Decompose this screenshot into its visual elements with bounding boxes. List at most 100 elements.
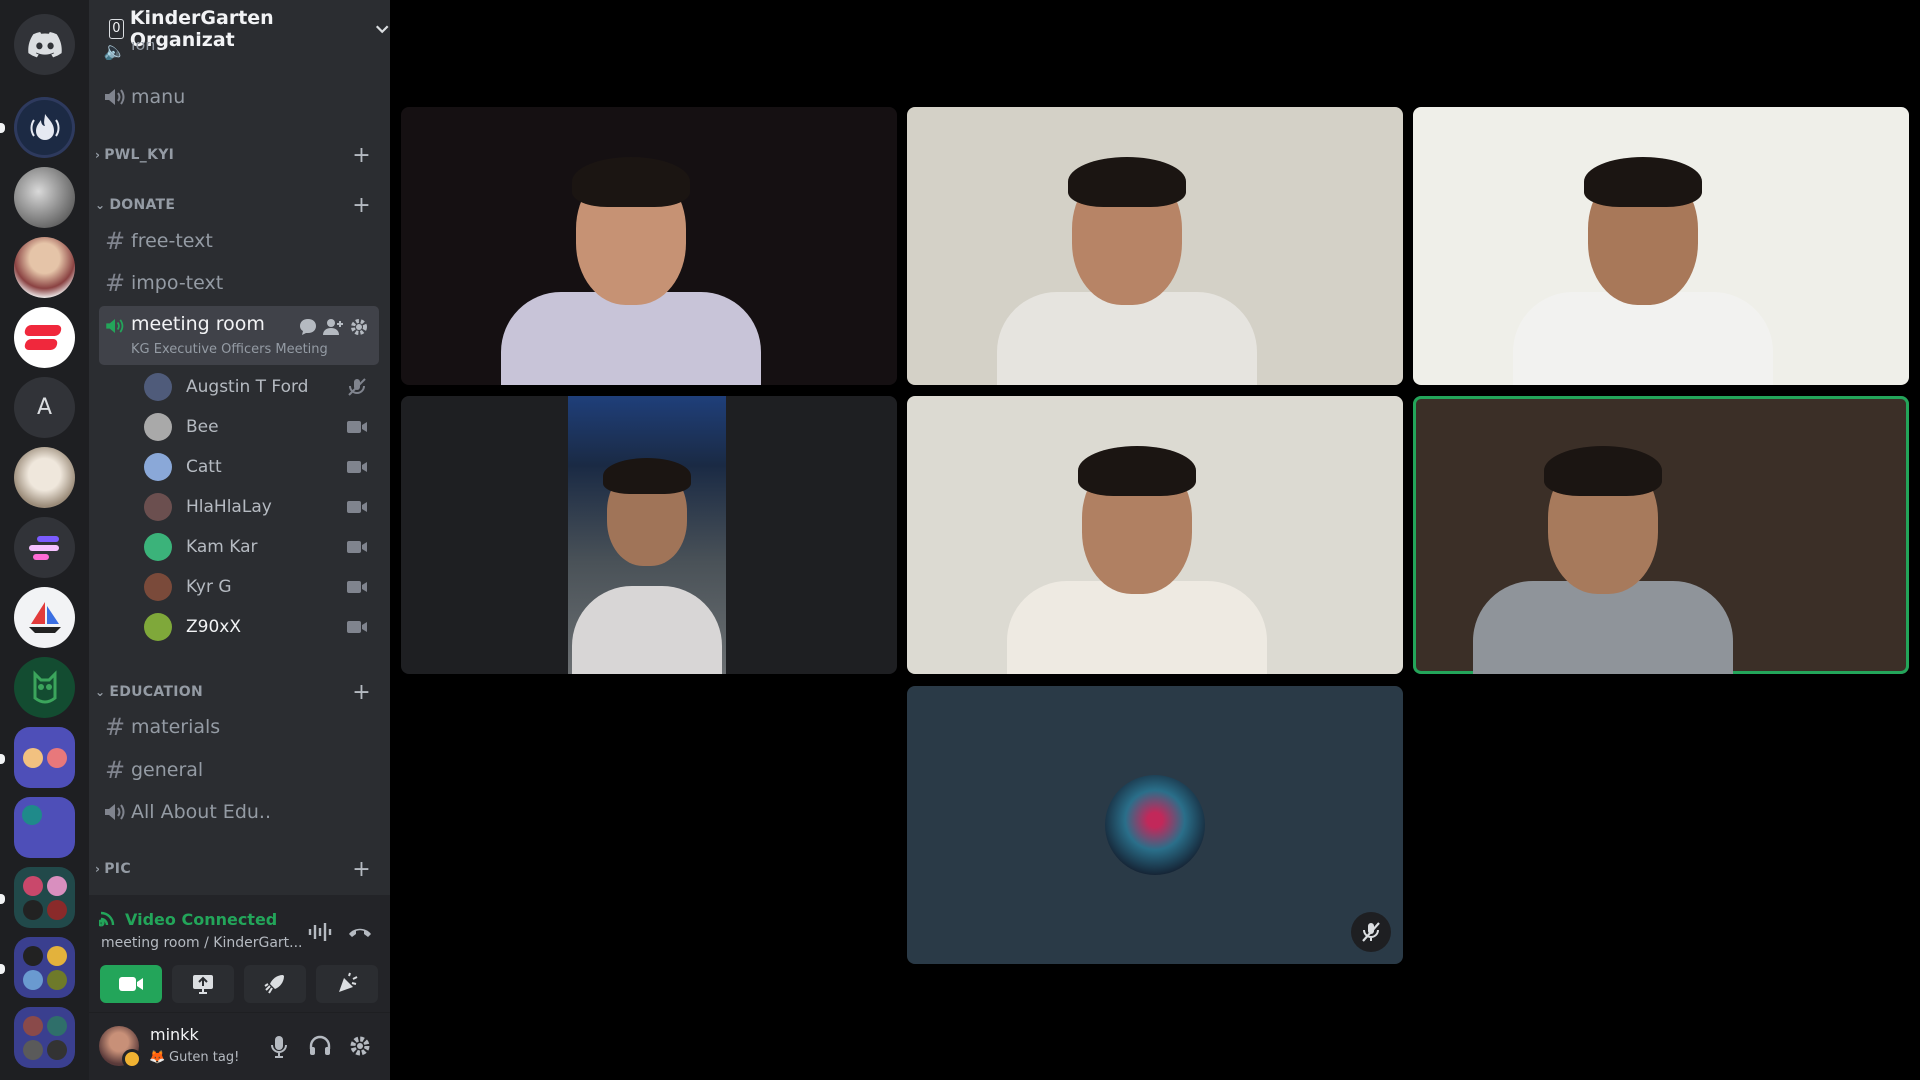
noise-suppression-icon[interactable]	[307, 921, 333, 943]
channel-partial[interactable]: 🔈 lon	[99, 42, 379, 60]
chat-bubble-icon[interactable]	[298, 317, 318, 337]
voice-connection-panel: Video Connected meeting room / KinderGar…	[89, 895, 390, 1012]
video-tile[interactable]	[1413, 396, 1909, 674]
category-label: DONATE	[109, 197, 176, 213]
channel-label: lon	[131, 42, 156, 54]
channel-label: materials	[131, 716, 221, 738]
voice-member[interactable]: Kam Kar	[144, 529, 380, 565]
activities-button[interactable]	[244, 965, 306, 1003]
status-indicator-icon	[122, 1049, 142, 1069]
voice-status-text[interactable]: Video Connected	[125, 910, 277, 929]
server-folder-1-icon[interactable]	[14, 727, 75, 788]
add-channel-icon[interactable]: +	[352, 680, 371, 705]
server-folder-4-icon[interactable]	[14, 937, 75, 998]
member-name: Kyr G	[186, 577, 232, 597]
server-boat-icon[interactable]	[14, 587, 75, 648]
user-avatar[interactable]	[99, 1026, 142, 1069]
category-label: PWL_KYI	[104, 147, 175, 163]
speaker-icon: 🔈	[103, 42, 127, 60]
channel-manu[interactable]: manu	[99, 77, 379, 117]
video-camera-icon	[347, 541, 367, 553]
member-name: Bee	[186, 417, 219, 437]
category-label: EDUCATION	[109, 684, 204, 700]
category-donate[interactable]: ⌄ DONATE +	[95, 193, 379, 218]
channel-all-about-edu[interactable]: All About Edu..	[99, 792, 379, 832]
video-tile[interactable]	[907, 396, 1403, 674]
channel-materials[interactable]: # materials	[99, 707, 379, 747]
member-name: HlaHlaLay	[186, 497, 272, 517]
server-owl-icon[interactable]	[14, 657, 75, 718]
video-button[interactable]	[100, 965, 162, 1003]
add-channel-icon[interactable]: +	[352, 143, 371, 168]
voice-member[interactable]: Kyr G	[144, 569, 380, 605]
channel-status-text: KG Executive Officers Meeting	[131, 342, 328, 357]
voice-member[interactable]: Augstin T Ford	[144, 369, 380, 405]
member-avatar	[144, 373, 172, 401]
channel-label: manu	[131, 86, 186, 108]
member-name: Catt	[186, 457, 222, 477]
server-cat-icon[interactable]	[14, 167, 75, 228]
voice-member[interactable]: Z90xX	[144, 609, 380, 645]
username[interactable]: minkk	[150, 1025, 199, 1044]
category-label: PIC	[104, 861, 131, 877]
server-lines-icon[interactable]	[14, 517, 75, 578]
soundboard-button[interactable]	[316, 965, 378, 1003]
server-red-icon[interactable]	[14, 307, 75, 368]
share-screen-button[interactable]	[172, 965, 234, 1003]
unread-pill	[0, 964, 5, 974]
video-camera-icon	[347, 461, 367, 473]
channel-impo-text[interactable]: # impo-text	[99, 263, 379, 303]
channel-sidebar: 0 KinderGarten Organizat 🔈 lon manu › PW…	[89, 0, 390, 1080]
settings-gear-icon[interactable]	[349, 317, 369, 337]
member-avatar	[144, 453, 172, 481]
speaker-icon	[105, 89, 125, 105]
status-emoji: 🦊	[149, 1050, 166, 1065]
add-channel-icon[interactable]: +	[352, 193, 371, 218]
video-tile[interactable]	[401, 396, 897, 674]
server-fire-icon[interactable]	[14, 97, 75, 158]
headphones-icon[interactable]	[308, 1034, 332, 1058]
voice-member[interactable]: Bee	[144, 409, 380, 445]
microphone-icon[interactable]	[269, 1035, 289, 1059]
invite-icon[interactable]	[322, 317, 344, 337]
hashtag-icon: #	[104, 713, 126, 741]
video-tile[interactable]	[907, 686, 1403, 964]
server-folder-2-icon[interactable]	[14, 797, 75, 858]
rocket-icon	[264, 975, 284, 994]
member-avatar	[144, 533, 172, 561]
discord-home-button[interactable]	[14, 14, 75, 75]
server-pet-icon[interactable]	[14, 447, 75, 508]
voice-member[interactable]: HlaHlaLay	[144, 489, 380, 525]
server-a-icon[interactable]: A	[14, 377, 75, 438]
voice-member[interactable]: Catt	[144, 449, 380, 485]
add-channel-icon[interactable]: +	[352, 857, 371, 882]
channel-meeting-room[interactable]: meeting room KG Executive Officers Meeti…	[99, 306, 379, 365]
member-avatar	[144, 413, 172, 441]
unread-pill	[0, 894, 5, 904]
channel-free-text[interactable]: # free-text	[99, 221, 379, 261]
server-folder-3-icon[interactable]	[14, 867, 75, 928]
channel-label: meeting room	[131, 313, 265, 335]
hashtag-icon: #	[104, 269, 126, 297]
category-pwl-kyi[interactable]: › PWL_KYI +	[95, 143, 379, 168]
voice-location-text[interactable]: meeting room / KinderGart...	[101, 935, 303, 951]
video-camera-icon	[347, 581, 367, 593]
video-tile[interactable]	[907, 107, 1403, 385]
category-pic[interactable]: › PIC +	[95, 857, 379, 882]
category-education[interactable]: ⌄ EDUCATION +	[95, 680, 379, 705]
server-person-icon[interactable]	[14, 237, 75, 298]
hashtag-icon: #	[104, 227, 126, 255]
signal-icon	[99, 911, 115, 927]
video-camera-icon	[347, 501, 367, 513]
muted-mic-icon	[1351, 912, 1391, 952]
member-avatar	[144, 493, 172, 521]
video-camera-icon	[119, 977, 143, 991]
server-folder-5-icon[interactable]	[14, 1007, 75, 1068]
channel-general[interactable]: # general	[99, 750, 379, 790]
video-tile[interactable]	[1413, 107, 1909, 385]
user-settings-gear-icon[interactable]	[348, 1034, 372, 1058]
chevron-down-icon: ⌄	[95, 685, 106, 699]
video-tile[interactable]	[401, 107, 897, 385]
user-panel: minkk 🦊 Guten tag!	[89, 1012, 390, 1080]
disconnect-icon[interactable]	[347, 921, 373, 943]
